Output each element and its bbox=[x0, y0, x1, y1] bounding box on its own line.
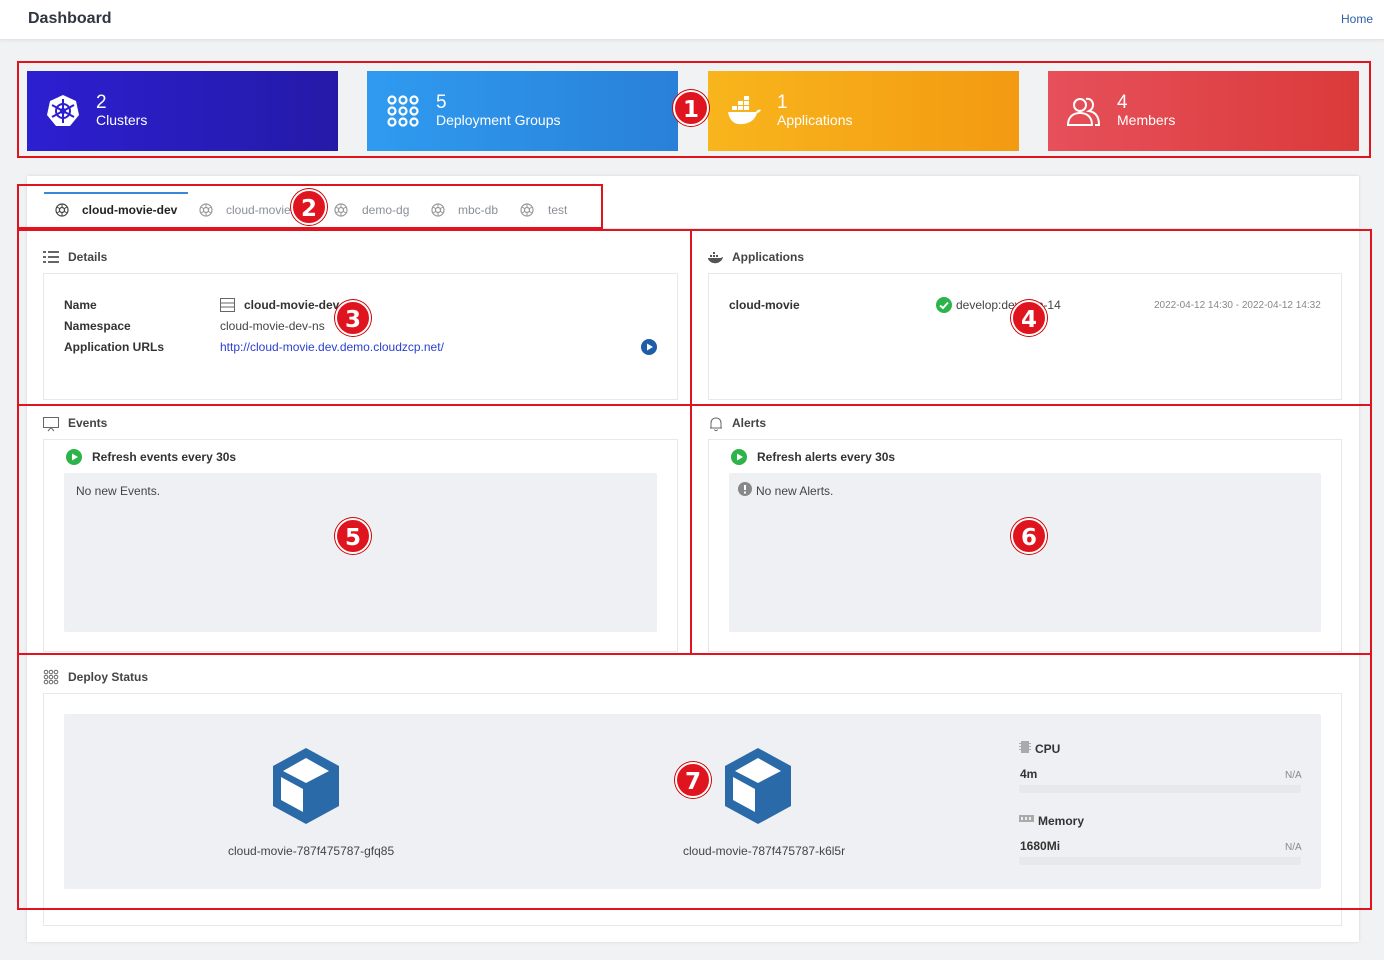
members-label: Members bbox=[1117, 112, 1176, 128]
annotation-badge: 4 bbox=[1011, 300, 1047, 336]
group-icon bbox=[334, 203, 348, 217]
deployment-groups-count: 5 bbox=[436, 92, 447, 113]
tab-divider bbox=[27, 228, 1359, 229]
deployment-groups-card[interactable]: 5 Deployment Groups bbox=[367, 71, 678, 151]
members-count: 4 bbox=[1117, 92, 1128, 113]
pod-cube-icon[interactable] bbox=[723, 746, 793, 826]
info-circle-icon bbox=[738, 482, 752, 496]
alerts-title: Alerts bbox=[732, 416, 767, 430]
annotation-badge: 2 bbox=[291, 189, 327, 225]
application-url-link[interactable]: http://cloud-movie.dev.demo.cloudzcp.net… bbox=[220, 340, 444, 354]
play-circle-icon[interactable] bbox=[66, 449, 82, 465]
kubernetes-icon bbox=[47, 95, 79, 126]
grid-dots-icon bbox=[387, 95, 419, 127]
grid-dots-icon bbox=[43, 669, 59, 685]
annotation-badge: 3 bbox=[335, 300, 371, 336]
namespace-label: Namespace bbox=[64, 319, 131, 333]
tab-label: demo-dg bbox=[362, 203, 410, 217]
docker-icon bbox=[728, 96, 761, 125]
group-icon bbox=[55, 203, 69, 217]
list-icon bbox=[43, 251, 59, 263]
deployment-groups-label: Deployment Groups bbox=[436, 112, 561, 128]
annotation-badge: 5 bbox=[335, 518, 371, 554]
pod-cube-icon[interactable] bbox=[271, 746, 341, 826]
pod-name: cloud-movie-787f475787-k6l5r bbox=[683, 844, 846, 858]
tab-label: mbc-db bbox=[458, 203, 499, 217]
cpu-limit: N/A bbox=[1285, 770, 1302, 781]
name-value: cloud-movie-dev bbox=[244, 298, 340, 312]
group-icon bbox=[199, 203, 213, 217]
tab-label: test bbox=[548, 203, 568, 217]
name-label: Name bbox=[64, 298, 97, 312]
play-icon[interactable] bbox=[641, 339, 657, 355]
tab-label: cloud-movie-dev bbox=[82, 203, 178, 217]
memory-label: Memory bbox=[1038, 814, 1085, 828]
group-icon bbox=[431, 203, 445, 217]
clusters-count: 2 bbox=[96, 92, 107, 113]
events-title: Events bbox=[68, 416, 108, 430]
applications-count: 1 bbox=[777, 92, 788, 113]
tab-cloud-movie[interactable]: cloud-movie bbox=[199, 192, 299, 228]
cpu-bar bbox=[1019, 785, 1301, 793]
memory-icon bbox=[1019, 815, 1034, 822]
group-icon bbox=[520, 203, 534, 217]
tab-test[interactable]: test bbox=[520, 192, 580, 228]
page-title: Dashboard bbox=[28, 10, 112, 27]
details-title: Details bbox=[68, 250, 108, 264]
annotation-badge: 7 bbox=[675, 762, 711, 798]
server-icon bbox=[220, 298, 235, 312]
pod-name: cloud-movie-787f475787-gfq85 bbox=[228, 844, 395, 858]
memory-limit: N/A bbox=[1285, 842, 1302, 853]
applications-card bbox=[708, 273, 1342, 400]
memory-value: 1680Mi bbox=[1020, 839, 1061, 853]
applications-title: Applications bbox=[732, 250, 805, 264]
play-circle-icon[interactable] bbox=[731, 449, 747, 465]
home-link[interactable]: Home bbox=[1341, 12, 1373, 26]
urls-label: Application URLs bbox=[64, 340, 165, 354]
users-icon bbox=[1066, 97, 1101, 126]
clusters-card[interactable]: 2 Clusters bbox=[27, 71, 338, 151]
applications-label: Applications bbox=[777, 112, 853, 128]
details-card bbox=[43, 273, 678, 400]
alerts-empty-message: No new Alerts. bbox=[756, 484, 834, 498]
members-card[interactable]: 4 Members bbox=[1048, 71, 1359, 151]
application-time-range: 2022-04-12 14:30 - 2022-04-12 14:32 bbox=[1154, 300, 1321, 311]
namespace-value: cloud-movie-dev-ns bbox=[220, 319, 325, 333]
bell-icon bbox=[710, 417, 722, 432]
cpu-label: CPU bbox=[1035, 742, 1061, 756]
application-name[interactable]: cloud-movie bbox=[729, 298, 800, 312]
annotation-badge: 1 bbox=[673, 90, 709, 126]
monitor-icon bbox=[43, 417, 59, 432]
tab-label: cloud-movie bbox=[226, 203, 291, 217]
clusters-label: Clusters bbox=[96, 112, 148, 128]
memory-bar bbox=[1019, 857, 1301, 865]
events-refresh-label: Refresh events every 30s bbox=[92, 450, 237, 464]
cpu-value: 4m bbox=[1020, 767, 1038, 781]
annotation-badge: 6 bbox=[1011, 518, 1047, 554]
applications-card[interactable]: 1 Applications bbox=[708, 71, 1019, 151]
check-circle-icon bbox=[936, 297, 952, 313]
deploy-status-title: Deploy Status bbox=[68, 670, 149, 684]
tab-cloud-movie-dev[interactable]: cloud-movie-dev bbox=[44, 192, 188, 228]
tab-demo-dg[interactable]: demo-dg bbox=[334, 192, 414, 228]
docker-icon bbox=[708, 252, 723, 264]
tab-mbc-db[interactable]: mbc-db bbox=[431, 192, 503, 228]
cpu-icon bbox=[1019, 741, 1031, 753]
alerts-refresh-label: Refresh alerts every 30s bbox=[757, 450, 896, 464]
events-empty-message: No new Events. bbox=[76, 484, 161, 498]
top-bar: Dashboard Home bbox=[0, 0, 1384, 40]
